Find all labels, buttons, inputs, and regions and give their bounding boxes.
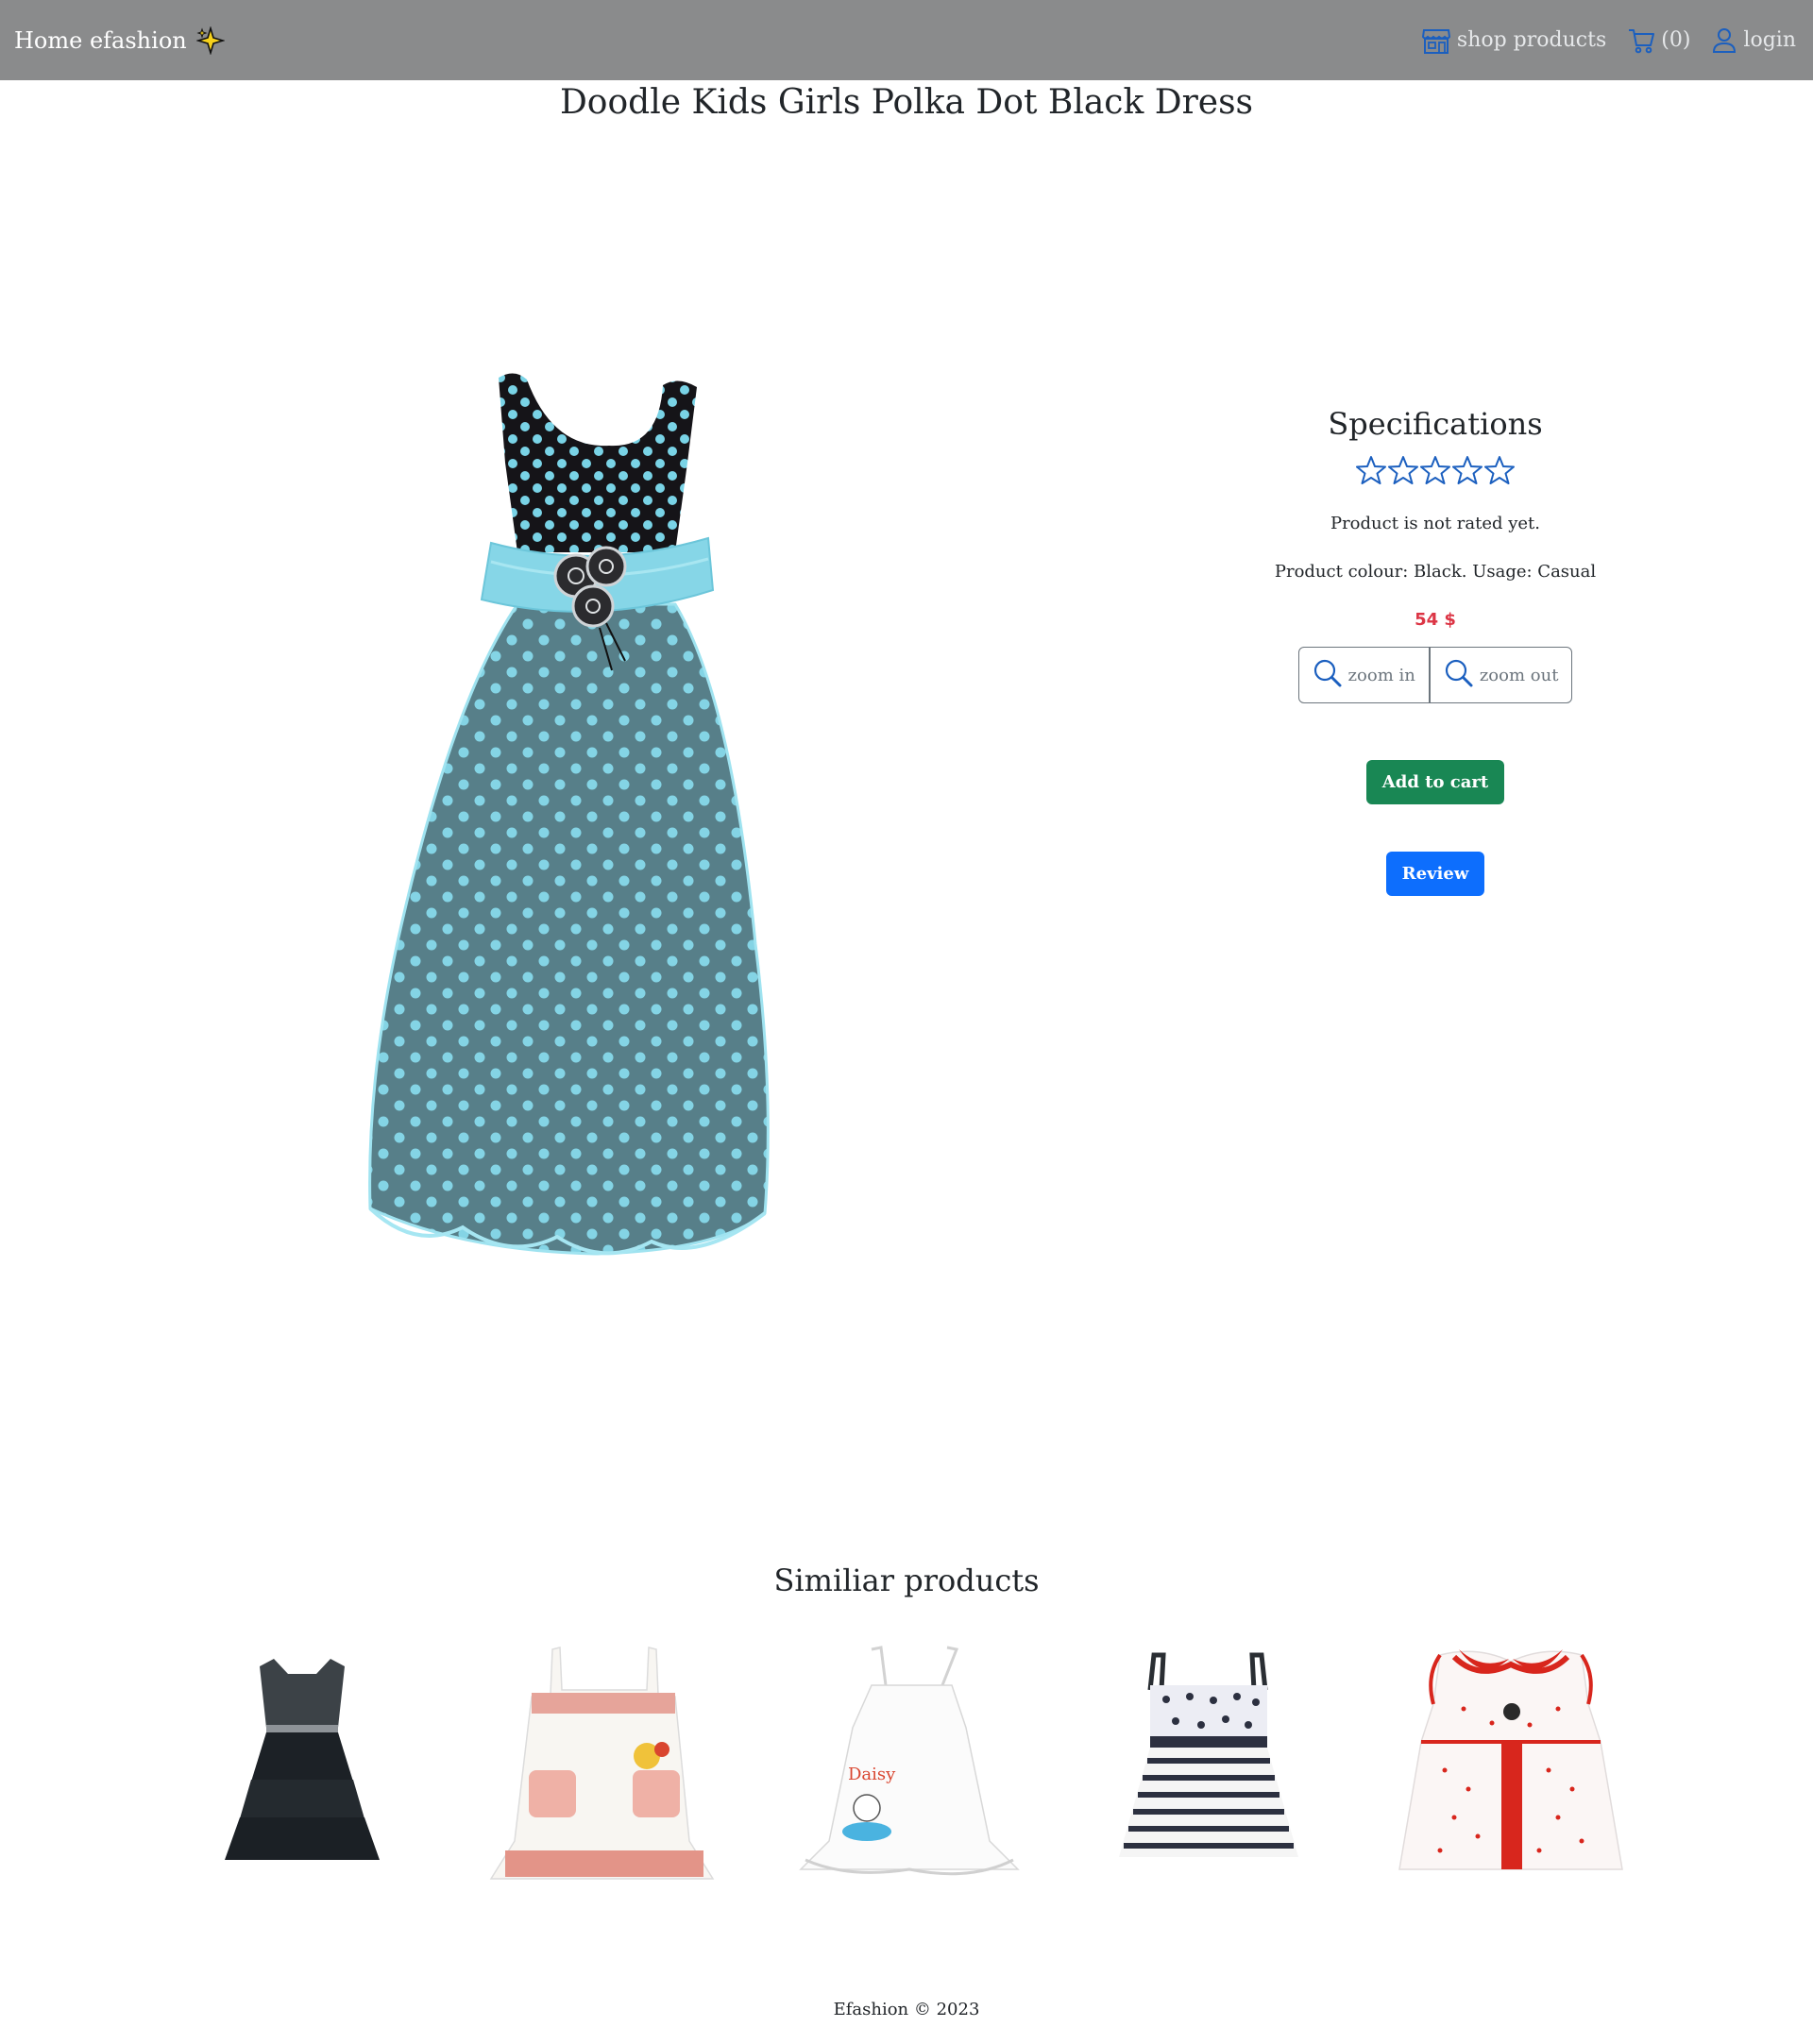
similar-product-2[interactable] xyxy=(486,1638,722,1884)
zoom-button-group: zoom in zoom out xyxy=(1246,647,1624,703)
rating-status-text: Product is not rated yet. xyxy=(1330,514,1541,533)
star-icon[interactable] xyxy=(1420,455,1450,485)
similar-product-3[interactable]: Daisy xyxy=(791,1638,1027,1884)
zoom-out-button[interactable]: zoom out xyxy=(1429,647,1573,703)
login-link[interactable]: login xyxy=(1711,26,1796,55)
magnifier-icon xyxy=(1313,658,1343,693)
product-details-text: Product colour: Black. Usage: Casual xyxy=(1274,562,1597,582)
brand-label: Home efashion xyxy=(14,26,187,54)
star-icon[interactable] xyxy=(1484,455,1515,485)
similar-product-4[interactable] xyxy=(1114,1638,1303,1884)
star-icon[interactable] xyxy=(1356,455,1386,485)
similar-product-1[interactable] xyxy=(217,1638,387,1884)
rating-stars[interactable] xyxy=(1246,455,1624,485)
specifications-heading: Specifications xyxy=(1328,406,1543,442)
shop-products-link[interactable]: shop products xyxy=(1421,26,1606,55)
add-to-cart-button[interactable]: Add to cart xyxy=(1365,760,1505,804)
product-title: Doodle Kids Girls Polka Dot Black Dress xyxy=(559,83,1254,122)
home-brand-link[interactable]: Home efashion xyxy=(14,0,225,80)
product-price: 54 $ xyxy=(1415,610,1456,630)
shop-icon xyxy=(1421,26,1451,55)
cart-count: (0) xyxy=(1661,28,1691,52)
magnifier-icon xyxy=(1444,658,1474,693)
star-icon[interactable] xyxy=(1388,455,1418,485)
zoom-in-button[interactable]: zoom in xyxy=(1297,647,1430,703)
footer-copyright: Efashion © 2023 xyxy=(833,2000,980,2019)
login-label: login xyxy=(1743,28,1796,52)
zoom-in-label: zoom in xyxy=(1347,665,1415,685)
top-navbar: Home efashion shop products (0) login xyxy=(0,0,1813,80)
cart-link[interactable]: (0) xyxy=(1627,26,1690,55)
specifications-panel: Specifications Product is not rated yet.… xyxy=(1246,406,1624,896)
shop-products-label: shop products xyxy=(1456,28,1607,52)
similar-product-5[interactable] xyxy=(1388,1638,1634,1884)
zoom-out-label: zoom out xyxy=(1479,665,1559,685)
sparkle-icon xyxy=(195,25,225,55)
similar-products-heading: Similiar products xyxy=(773,1563,1040,1598)
nav-links: shop products (0) login xyxy=(1421,0,1796,80)
product-image xyxy=(359,359,973,1293)
cart-icon xyxy=(1627,26,1655,55)
review-button[interactable]: Review xyxy=(1385,852,1485,896)
star-icon[interactable] xyxy=(1452,455,1483,485)
user-icon xyxy=(1711,26,1737,55)
svg-text:Daisy: Daisy xyxy=(848,1765,896,1784)
